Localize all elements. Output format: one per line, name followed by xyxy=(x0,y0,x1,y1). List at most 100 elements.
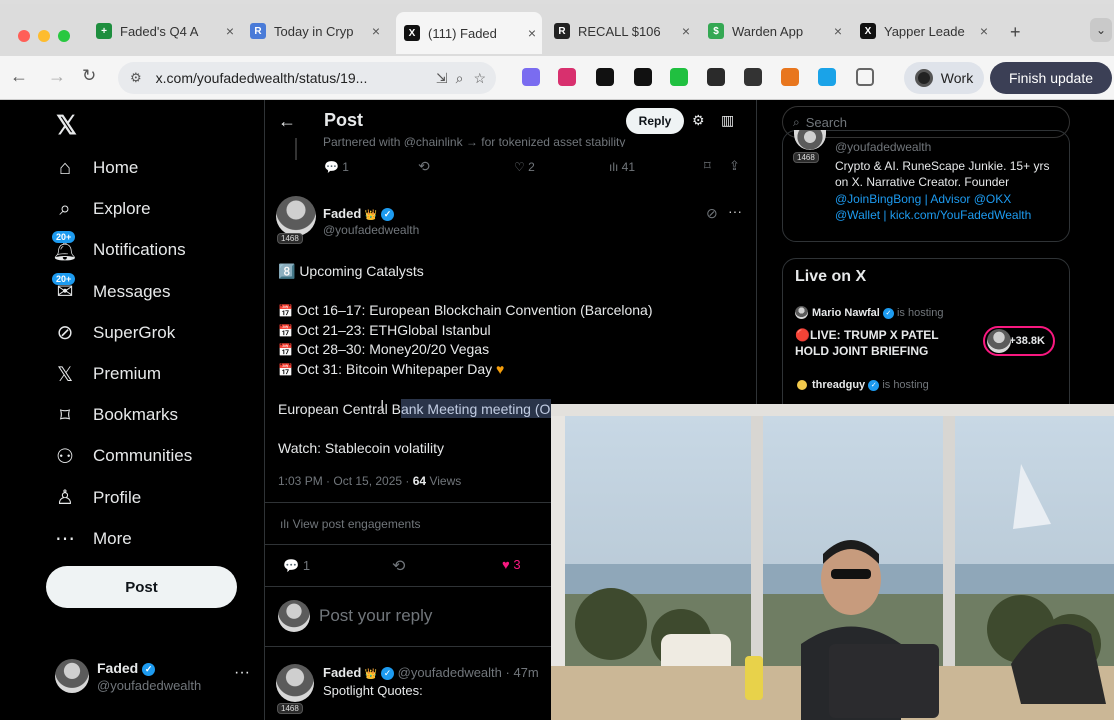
like-action[interactable]: ♥ 3 xyxy=(502,557,521,572)
back-button[interactable]: ← xyxy=(10,66,28,87)
prev-share-icon[interactable]: ⇪ xyxy=(729,158,740,174)
tab-close-icon[interactable]: × xyxy=(366,23,386,39)
reply-action[interactable]: 💬 1 xyxy=(283,558,310,574)
next-tweet-avatar[interactable] xyxy=(276,664,314,702)
tab-6[interactable]: X Yapper Leade × xyxy=(852,16,994,46)
tab-3[interactable]: X (111) Faded × xyxy=(396,12,542,54)
tab-title: Yapper Leade xyxy=(884,23,965,39)
live1-host[interactable]: Mario Nawfal xyxy=(812,307,880,319)
tweet-author-avatar[interactable] xyxy=(276,196,316,236)
extension-icon[interactable] xyxy=(634,68,652,86)
tweet-timestamp[interactable]: 1:03 PM · Oct 15, 2025 · xyxy=(278,474,409,488)
tweet-author-handle[interactable]: @youfadedwealth xyxy=(323,223,419,237)
bio-badge: 1468 xyxy=(793,152,819,163)
live1-host-row: Mario Nawfal ✓ is hosting xyxy=(812,307,943,319)
reader-view-icon[interactable]: ▥ xyxy=(721,112,734,129)
address-bar[interactable]: ⚙ x.com/youfadedwealth/status/19... ⇲ ⌕ … xyxy=(118,62,496,94)
profile-button[interactable]: Work xyxy=(904,62,984,94)
extension-icon[interactable] xyxy=(596,68,614,86)
sidebar-item-notifications[interactable]: 🔔︎ 20+ Notifications xyxy=(52,231,186,263)
sidebar-item-explore[interactable]: ⌕ Explore xyxy=(52,196,150,222)
grok-icon: ⊘ xyxy=(56,322,74,345)
new-tab-button[interactable]: + xyxy=(1010,22,1021,43)
watch-line: Watch: Stablecoin volatility xyxy=(278,440,444,456)
tab-favicon-icon: X xyxy=(404,25,420,41)
extension-icon[interactable] xyxy=(522,68,540,86)
sidebar-item-profile[interactable]: ♙ Profile xyxy=(52,485,141,511)
finish-update-label: Finish update xyxy=(1008,70,1094,86)
bio-links-2[interactable]: @Wallet | kick.com/YouFadedWealth xyxy=(835,208,1031,222)
prev-like-action[interactable]: ♡ 2 xyxy=(514,160,535,174)
prev-bookmark-icon[interactable]: ⌑ xyxy=(704,158,711,174)
tweet-author-name-row[interactable]: Faded 👑 ✓ xyxy=(323,206,394,222)
more-circle-icon: ⋯ xyxy=(55,528,75,551)
account-menu-icon[interactable]: ··· xyxy=(234,664,250,682)
finish-update-button[interactable]: Finish update xyxy=(990,62,1112,94)
live2-host[interactable]: threadguy xyxy=(812,379,865,391)
bookmark-star-icon[interactable]: ☆ xyxy=(473,70,486,87)
site-settings-icon[interactable]: ⚙ xyxy=(130,70,142,86)
catalyst-event: Oct 16–17: European Blockchain Conventio… xyxy=(296,302,653,318)
prev-repost-icon[interactable]: ⟲ xyxy=(418,158,430,175)
catalysts-heading-row: 8️⃣ Upcoming Catalysts xyxy=(278,263,424,280)
close-window-button[interactable] xyxy=(18,30,30,42)
grok-icon[interactable]: ⊘ xyxy=(706,205,718,222)
extension-icon[interactable] xyxy=(707,68,725,86)
sidebar-item-messages[interactable]: ✉ 20+ Messages xyxy=(52,272,170,305)
tab-close-icon[interactable]: × xyxy=(522,25,542,41)
next-tweet-name[interactable]: Faded xyxy=(323,665,361,680)
extension-icon[interactable] xyxy=(670,68,688,86)
reload-button[interactable]: ↻ xyxy=(82,66,96,86)
reply-input[interactable]: Post your reply xyxy=(319,606,432,626)
tab-close-icon[interactable]: × xyxy=(220,23,240,39)
next-tweet-handle[interactable]: @youfadedwealth · 47m xyxy=(398,665,539,680)
sidebar-item-bookmarks[interactable]: ⌑ Bookmarks xyxy=(52,402,178,428)
tab-1[interactable]: + Faded's Q4 A × xyxy=(88,16,240,46)
account-avatar[interactable] xyxy=(55,659,89,693)
tab-2[interactable]: R Today in Cryp × xyxy=(242,16,386,46)
sidebar-item-supergrok[interactable]: ⊘ SuperGrok xyxy=(52,320,176,346)
tweet-more-icon[interactable]: ··· xyxy=(728,203,742,219)
metamask-icon[interactable] xyxy=(781,68,799,86)
x-logo-icon[interactable]: 𝕏 xyxy=(56,110,77,141)
sidebar-item-home[interactable]: ⌂ Home xyxy=(52,155,138,181)
catalyst-event-row: 📅 Oct 28–30: Money20/20 Vegas xyxy=(278,341,489,357)
extension-icon[interactable] xyxy=(818,68,836,86)
zoom-icon[interactable]: ⌕ xyxy=(456,70,464,87)
sidebar-item-communities[interactable]: ⚇ Communities xyxy=(52,443,192,469)
forward-button[interactable]: → xyxy=(48,66,66,87)
reply-button[interactable]: Reply xyxy=(626,108,684,134)
post-button[interactable]: Post xyxy=(46,566,237,608)
install-icon[interactable]: ⇲ xyxy=(436,70,448,87)
listener-avatar xyxy=(987,329,1011,353)
prev-reply-action[interactable]: 💬 1 xyxy=(324,160,349,174)
sidebar-item-premium[interactable]: 𝕏 Premium xyxy=(52,361,161,387)
sidebar-item-more[interactable]: ⋯ More xyxy=(52,526,132,552)
calendar-icon: 📅 xyxy=(278,323,293,338)
extensions-puzzle-icon[interactable] xyxy=(856,68,874,86)
prev-views-action[interactable]: ılı 41 xyxy=(609,160,635,174)
tab-title: Warden App xyxy=(732,23,804,39)
filter-icon[interactable]: ⚙ xyxy=(692,112,705,129)
repost-icon[interactable]: ⟲ xyxy=(392,556,405,576)
view-engagements-link[interactable]: ılı View post engagements xyxy=(280,517,421,531)
verified-icon: ✓ xyxy=(381,667,394,681)
tab-close-icon[interactable]: × xyxy=(676,23,696,39)
bio-links[interactable]: @JoinBingBong | Advisor @OKX xyxy=(835,192,1011,206)
tab-close-icon[interactable]: × xyxy=(974,23,994,39)
tab-close-icon[interactable]: × xyxy=(828,23,848,39)
zoom-window-button[interactable] xyxy=(58,30,70,42)
live1-listeners[interactable]: +38.8K xyxy=(983,326,1055,356)
tab-4[interactable]: R RECALL $106 × xyxy=(546,16,696,46)
search-placeholder: Search xyxy=(805,114,847,130)
tab-favicon-icon: R xyxy=(250,23,266,39)
minimize-window-button[interactable] xyxy=(38,30,50,42)
host-avatar xyxy=(795,306,808,319)
tab-search-button[interactable]: ⌄ xyxy=(1090,18,1112,42)
live1-title[interactable]: 🔴LIVE: TRUMP X PATEL HOLD JOINT BRIEFING xyxy=(795,327,975,359)
back-arrow-icon[interactable]: ← xyxy=(278,111,296,132)
tab-5[interactable]: $ Warden App × xyxy=(700,16,848,46)
sidebar-item-label: Communities xyxy=(93,446,193,466)
extension-icon[interactable] xyxy=(744,68,762,86)
extension-icon[interactable] xyxy=(558,68,576,86)
